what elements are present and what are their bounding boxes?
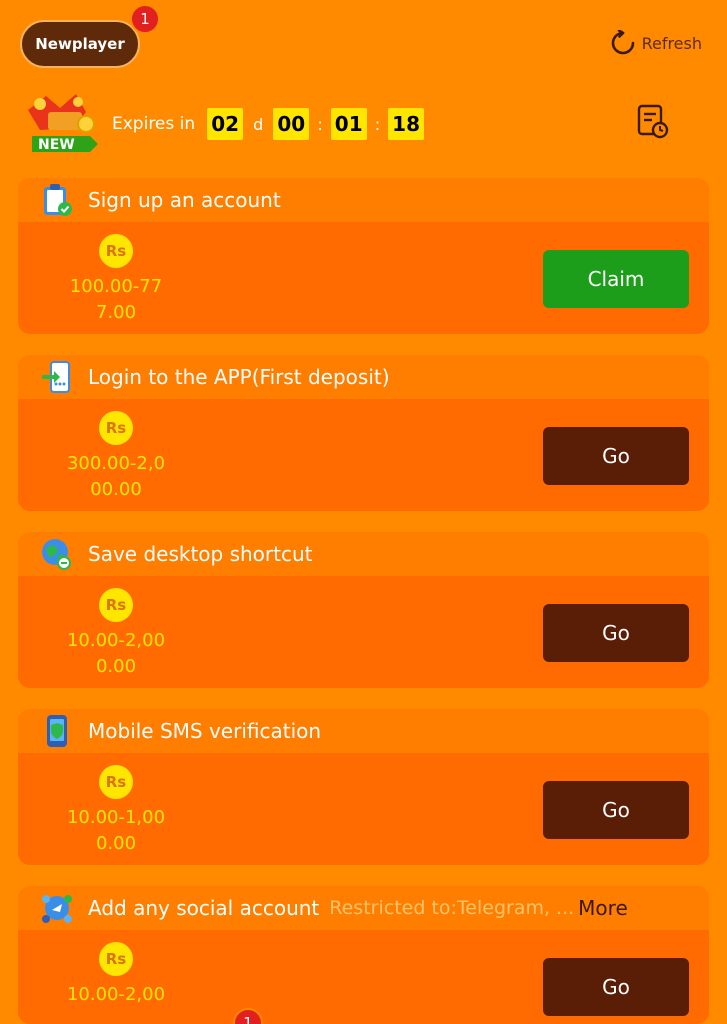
reward-amount: Rs 10.00-2,00 0.00 [38,588,194,680]
task-title: Sign up an account [88,188,281,212]
rupee-coin-icon: Rs [99,411,133,445]
go-button[interactable]: Go [543,958,689,1016]
time-separator: : [317,114,323,134]
task-card-signup: Sign up an account Rs 100.00-77 7.00 Cla… [18,178,709,334]
clipboard-check-icon [44,184,72,216]
claim-button[interactable]: Claim [543,250,689,308]
go-button[interactable]: Go [543,604,689,662]
rupee-coin-icon: Rs [99,234,133,268]
seconds-value: 18 [388,108,425,140]
new-badge-text: NEW [38,137,75,153]
phone-shield-icon [47,715,67,747]
restriction-note: Restricted to:Telegram, ... [329,897,575,919]
time-separator: : [374,114,381,134]
expires-label: Expires in [112,114,196,134]
reward-amount: Rs 300.00-2,0 00.00 [38,411,194,503]
day-unit: d [253,114,264,134]
refresh-icon [611,30,634,55]
refresh-label: Refresh [641,33,702,53]
reward-amount: Rs 100.00-77 7.00 [38,234,194,326]
task-card-sms-verification: Mobile SMS verification Rs 10.00-1,00 0.… [18,709,709,865]
rupee-coin-icon: Rs [99,588,133,622]
phone-login-icon [42,361,70,393]
refresh-button[interactable]: Refresh [610,30,702,56]
go-button[interactable]: Go [543,427,689,485]
history-icon[interactable] [636,104,670,140]
task-title: Add any social account [88,896,320,920]
go-button[interactable]: Go [543,781,689,839]
tab-newplayer[interactable]: Newplayer [20,20,140,68]
expiry-timer: NEW Expires in 02 d 00 : 01 : 18 [20,92,710,156]
task-title: Mobile SMS verification [88,719,322,743]
task-title: Save desktop shortcut [88,542,313,566]
task-card-social-account: Add any social account Restricted to:Tel… [18,886,709,1024]
notification-badge: 1 [130,4,160,34]
social-network-icon [42,895,72,923]
more-link[interactable]: More [578,896,628,920]
task-title: Login to the APP(First deposit) [88,365,390,389]
reward-amount: Rs 10.00-2,00 [38,942,194,1008]
new-gift-icon: NEW [20,92,108,156]
globe-link-icon [42,539,71,570]
reward-amount: Rs 10.00-1,00 0.00 [38,765,194,857]
tab-newplayer-label: Newplayer [35,35,125,53]
rupee-coin-icon: Rs [99,942,133,976]
days-value: 02 [207,108,244,140]
task-card-desktop-shortcut: Save desktop shortcut Rs 10.00-2,00 0.00… [18,532,709,688]
task-card-login-app: Login to the APP(First deposit) Rs 300.0… [18,355,709,511]
hours-value: 00 [273,108,310,140]
rupee-coin-icon: Rs [99,765,133,799]
minutes-value: 01 [330,108,367,140]
